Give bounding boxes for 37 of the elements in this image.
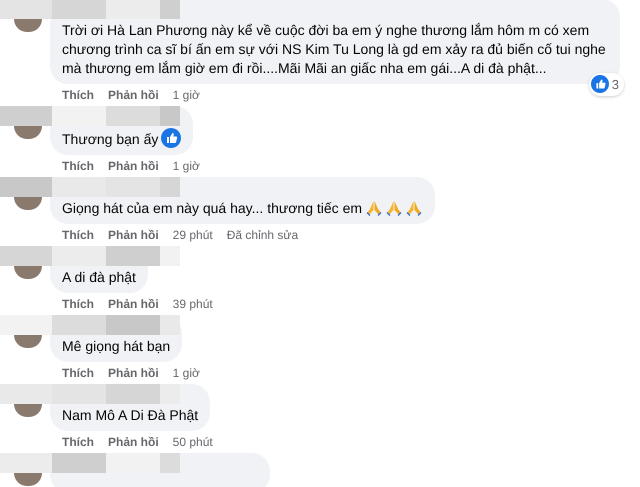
edited-label[interactable]: Đã chỉnh sửa bbox=[226, 227, 298, 243]
avatar[interactable] bbox=[14, 404, 42, 417]
reaction-count[interactable]: 3 bbox=[588, 72, 624, 96]
action-link[interactable]: Phản hồi bbox=[108, 434, 159, 450]
avatar[interactable] bbox=[14, 335, 42, 348]
avatar[interactable] bbox=[14, 473, 42, 486]
action-link[interactable]: Phản hồi bbox=[108, 365, 159, 381]
praying-hands-icon bbox=[365, 199, 384, 217]
avatar[interactable] bbox=[14, 197, 42, 210]
timestamp[interactable]: 50 phút bbox=[172, 434, 213, 450]
timestamp[interactable]: 1 giờ bbox=[172, 158, 200, 174]
comment-text: Thương bạn ấy bbox=[62, 130, 158, 149]
avatar[interactable] bbox=[14, 19, 42, 32]
like-icon bbox=[590, 75, 609, 94]
comment-text: A di đà phật bbox=[62, 268, 136, 287]
comment-text: Nam Mô A Di Đà Phật bbox=[62, 406, 198, 425]
like-icon bbox=[161, 128, 182, 148]
avatar[interactable] bbox=[14, 126, 42, 139]
action-link[interactable]: Thích bbox=[62, 434, 94, 450]
timestamp[interactable]: 29 phút bbox=[172, 227, 213, 243]
action-link[interactable]: Thích bbox=[62, 158, 94, 174]
timestamp[interactable]: 1 giờ bbox=[172, 87, 200, 103]
comment-text: Giọng hát của em này quá hay... thương tiếc em bbox=[62, 199, 362, 218]
praying-hands-icon bbox=[385, 199, 404, 217]
action-link[interactable]: Phản hồi bbox=[108, 158, 159, 174]
comment-text: Mê giọng hát bạn bbox=[62, 337, 170, 356]
action-link[interactable]: Thích bbox=[62, 227, 94, 243]
timestamp[interactable]: 1 giờ bbox=[172, 365, 200, 381]
action-link[interactable]: Phản hồi bbox=[108, 227, 159, 243]
action-link[interactable]: Phản hồi bbox=[108, 87, 159, 103]
action-link[interactable]: Thích bbox=[62, 87, 94, 103]
praying-hands-icon bbox=[405, 199, 424, 217]
timestamp[interactable]: 39 phút bbox=[172, 296, 213, 312]
avatar[interactable] bbox=[14, 266, 42, 279]
action-link[interactable]: Phản hồi bbox=[108, 296, 159, 312]
action-link[interactable]: Thích bbox=[62, 296, 94, 312]
action-link[interactable]: Thích bbox=[62, 365, 94, 381]
